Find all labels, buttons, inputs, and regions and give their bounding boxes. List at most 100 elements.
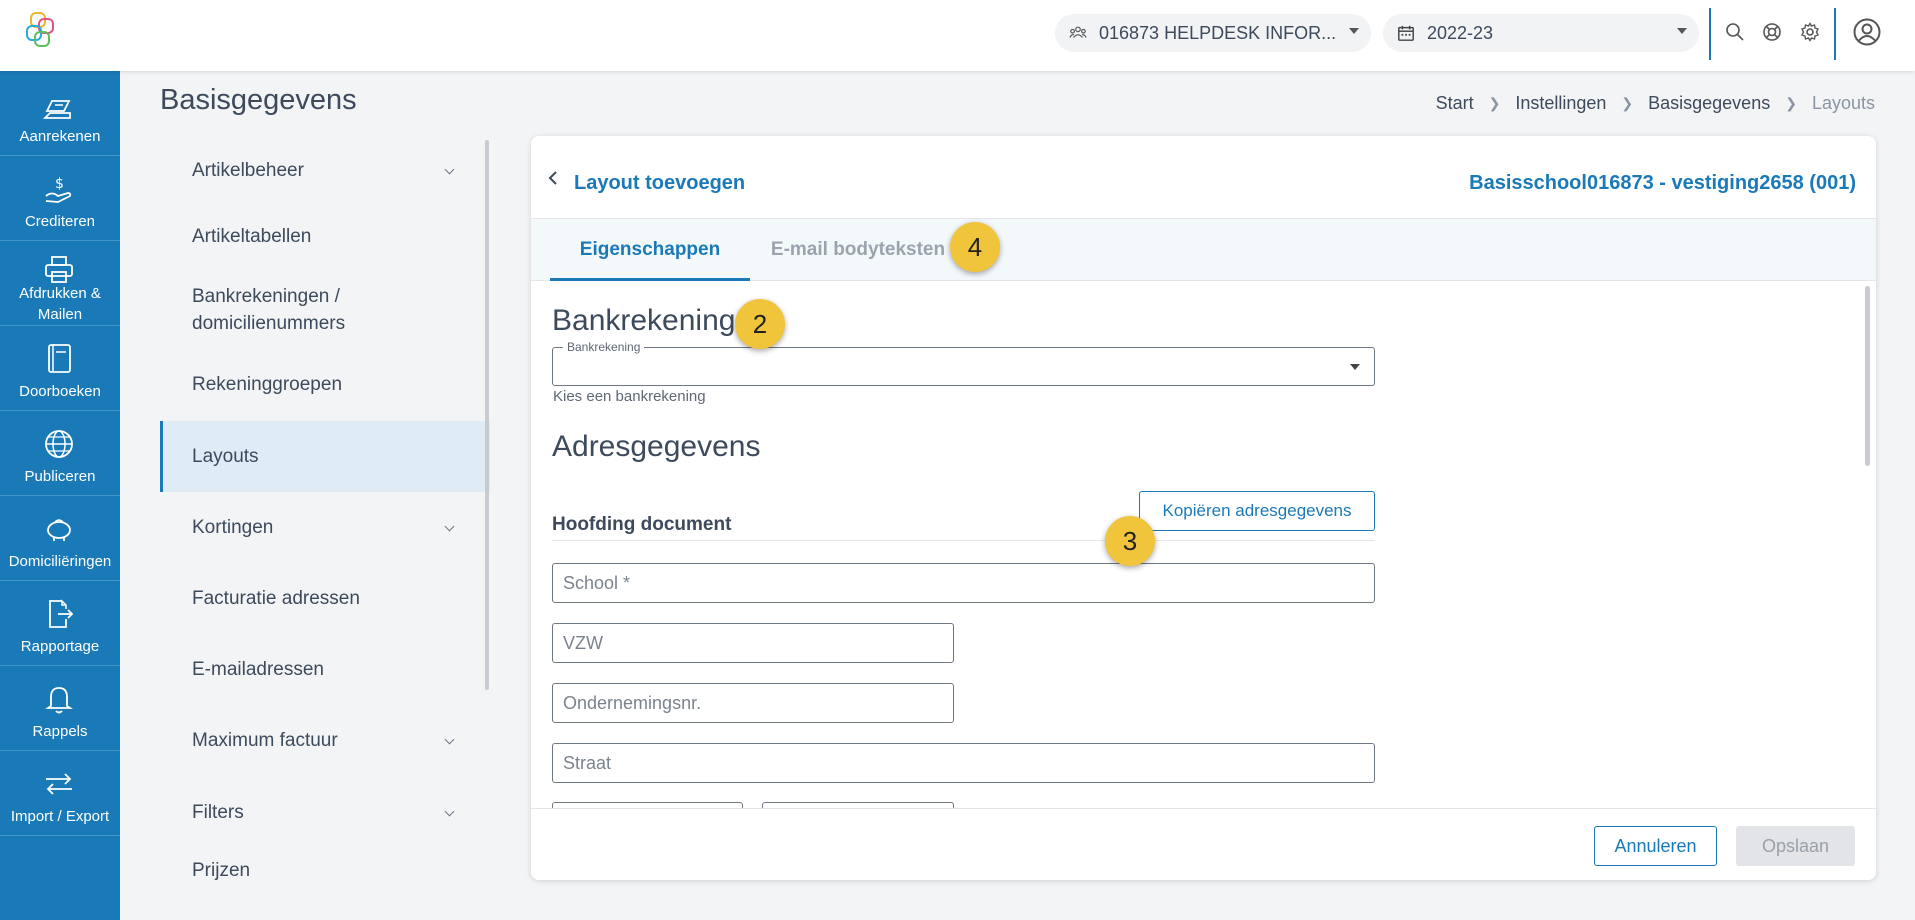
nav-item-afdrukken-mailen[interactable]: Afdrukken & Mailen	[0, 241, 120, 326]
step-marker-3: 3	[1105, 516, 1155, 566]
calendar-icon	[1398, 25, 1414, 41]
submenu-item-prijzen[interactable]: Prijzen	[160, 848, 490, 884]
piggy-bank-icon	[47, 519, 71, 541]
nav-label: Afdrukken & Mailen	[19, 285, 101, 323]
svg-text:$: $	[55, 176, 64, 192]
chevron-right-icon: ❯	[1488, 95, 1501, 111]
organisation-selector[interactable]: 016873 HELPDESK INFOR...	[1055, 14, 1371, 52]
submenu-scrollbar[interactable]	[485, 140, 489, 690]
users-icon	[1069, 26, 1087, 38]
submenu-item-layouts[interactable]: Layouts	[160, 421, 490, 492]
submenu-label: Artikeltabellen	[192, 226, 312, 247]
back-chevron-icon[interactable]	[547, 170, 559, 186]
settings-submenu: Artikelbeheer Artikeltabellen Bankrekeni…	[160, 138, 490, 884]
chevron-down-icon	[444, 164, 455, 175]
submenu-item-maximum-factuur[interactable]: Maximum factuur	[160, 705, 490, 777]
nav-label: Rappels	[32, 723, 88, 740]
invoice-hand-icon	[42, 100, 71, 119]
submenu-label: E-mailadressen	[192, 658, 324, 680]
school-name: Basisschool016873 - vestiging2658 (001)	[1469, 172, 1856, 194]
vzw-field[interactable]	[552, 623, 954, 663]
copy-address-button[interactable]: Kopiëren adresgegevens	[1139, 491, 1375, 531]
page-title: Basisgegevens	[160, 84, 357, 116]
organisation-value: 016873 HELPDESK INFOR...	[1099, 22, 1337, 43]
chevron-down-icon	[1349, 28, 1359, 34]
nav-item-import-export[interactable]: Import / Export	[0, 751, 120, 836]
chevron-down-icon	[444, 734, 455, 745]
submenu-item-emailadressen[interactable]: E-mailadressen	[160, 634, 490, 705]
submenu-item-artikeltabellen[interactable]: Artikeltabellen	[160, 204, 490, 270]
nav-item-rapportage[interactable]: Rapportage	[0, 581, 120, 666]
submenu-label: Artikelbeheer	[192, 160, 304, 181]
book-icon	[48, 344, 71, 373]
app-logo[interactable]	[22, 10, 62, 50]
nav-item-aanrekenen[interactable]: Aanrekenen	[0, 71, 120, 156]
submenu-item-artikelbeheer[interactable]: Artikelbeheer	[160, 138, 490, 204]
submenu-label: Kortingen	[192, 516, 274, 538]
bankrekening-hint: Kies een bankrekening	[553, 388, 706, 405]
submenu-item-bankrekeningen[interactable]: Bankrekeningen / domicilienummers	[160, 275, 490, 345]
nav-label: Doorboeken	[19, 383, 101, 400]
nav-label: Crediteren	[24, 213, 96, 230]
nav-label: Rapportage	[20, 638, 100, 655]
card-scrollbar[interactable]	[1865, 286, 1870, 466]
nav-item-doorboeken[interactable]: Doorboeken	[0, 326, 120, 411]
straat-field[interactable]	[552, 743, 1375, 783]
help-lifebuoy-icon[interactable]	[1762, 22, 1782, 42]
nav-item-domicilieringen[interactable]: Domiciliëringen	[0, 496, 120, 581]
arrows-swap-icon	[46, 773, 72, 795]
breadcrumb-basisgegevens[interactable]: Basisgegevens	[1648, 93, 1770, 114]
submenu-label: Bankrekeningen / domicilienummers	[192, 286, 346, 334]
card-footer: Annuleren Opslaan	[531, 808, 1876, 880]
nav-label: Aanrekenen	[19, 128, 101, 145]
dropdown-label: Bankrekening	[563, 340, 645, 354]
school-year-selector[interactable]: 2022-23	[1383, 14, 1699, 52]
main-navigation: Aanrekenen $ Crediteren Afdrukken & Mail…	[0, 71, 120, 920]
school-field[interactable]	[552, 563, 1375, 603]
divider	[1834, 8, 1836, 60]
submenu-item-facturatie-adressen[interactable]: Facturatie adressen	[160, 563, 490, 634]
layout-form-card: Layout toevoegen Basisschool016873 - ves…	[531, 136, 1876, 880]
bankrekening-dropdown[interactable]: Bankrekening	[552, 340, 1375, 386]
breadcrumb-layouts: Layouts	[1811, 93, 1875, 113]
gear-icon[interactable]	[1800, 22, 1820, 42]
ondernemingsnr-field[interactable]	[552, 683, 954, 723]
card-header: Layout toevoegen Basisschool016873 - ves…	[531, 136, 1876, 219]
breadcrumb-start[interactable]: Start	[1436, 93, 1474, 114]
chevron-right-icon: ❯	[1621, 95, 1634, 111]
nav-item-rappels[interactable]: Rappels	[0, 666, 120, 751]
card-title: Layout toevoegen	[574, 172, 746, 194]
submenu-label: Prijzen	[192, 860, 251, 881]
chevron-down-icon	[444, 806, 455, 816]
nav-item-crediteren[interactable]: $ Crediteren	[0, 156, 120, 241]
submenu-label: Filters	[192, 801, 244, 823]
tab-email-bodyteksten[interactable]: E-mail bodyteksten	[764, 219, 952, 281]
tab-bar: Eigenschappen E-mail bodyteksten	[531, 219, 1876, 281]
save-button[interactable]: Opslaan	[1736, 826, 1855, 866]
top-bar: 016873 HELPDESK INFOR... 2022-23	[0, 0, 1915, 71]
submenu-item-filters[interactable]: Filters	[160, 777, 490, 848]
section-heading-bankrekening: Bankrekening	[552, 304, 736, 337]
submenu-label: Facturatie adressen	[192, 587, 360, 609]
section-heading-adresgegevens: Adresgegevens	[552, 430, 761, 463]
subheading-hoofding-document: Hoofding document	[552, 514, 732, 535]
submenu-label: Maximum factuur	[192, 730, 338, 751]
submenu-item-rekeninggroepen[interactable]: Rekeninggroepen	[160, 350, 490, 420]
step-marker-4: 4	[950, 222, 1000, 272]
cancel-button[interactable]: Annuleren	[1594, 826, 1717, 866]
money-hand-icon: $	[45, 176, 72, 203]
divider	[1709, 8, 1711, 60]
report-export-icon	[49, 599, 74, 628]
nav-item-publiceren[interactable]: Publiceren	[0, 411, 120, 496]
tab-eigenschappen[interactable]: Eigenschappen	[550, 219, 750, 281]
nav-label: Domiciliëringen	[8, 553, 112, 570]
search-icon[interactable]	[1725, 22, 1745, 42]
submenu-label: Rekeninggroepen	[192, 374, 343, 395]
submenu-item-kortingen[interactable]: Kortingen	[160, 492, 490, 563]
chevron-down-icon	[1350, 364, 1360, 370]
globe-icon	[45, 430, 73, 458]
nav-label: Import / Export	[10, 808, 110, 825]
nav-label: Publiceren	[24, 468, 96, 485]
breadcrumb-instellingen[interactable]: Instellingen	[1515, 93, 1606, 114]
user-account-icon[interactable]	[1853, 18, 1881, 46]
